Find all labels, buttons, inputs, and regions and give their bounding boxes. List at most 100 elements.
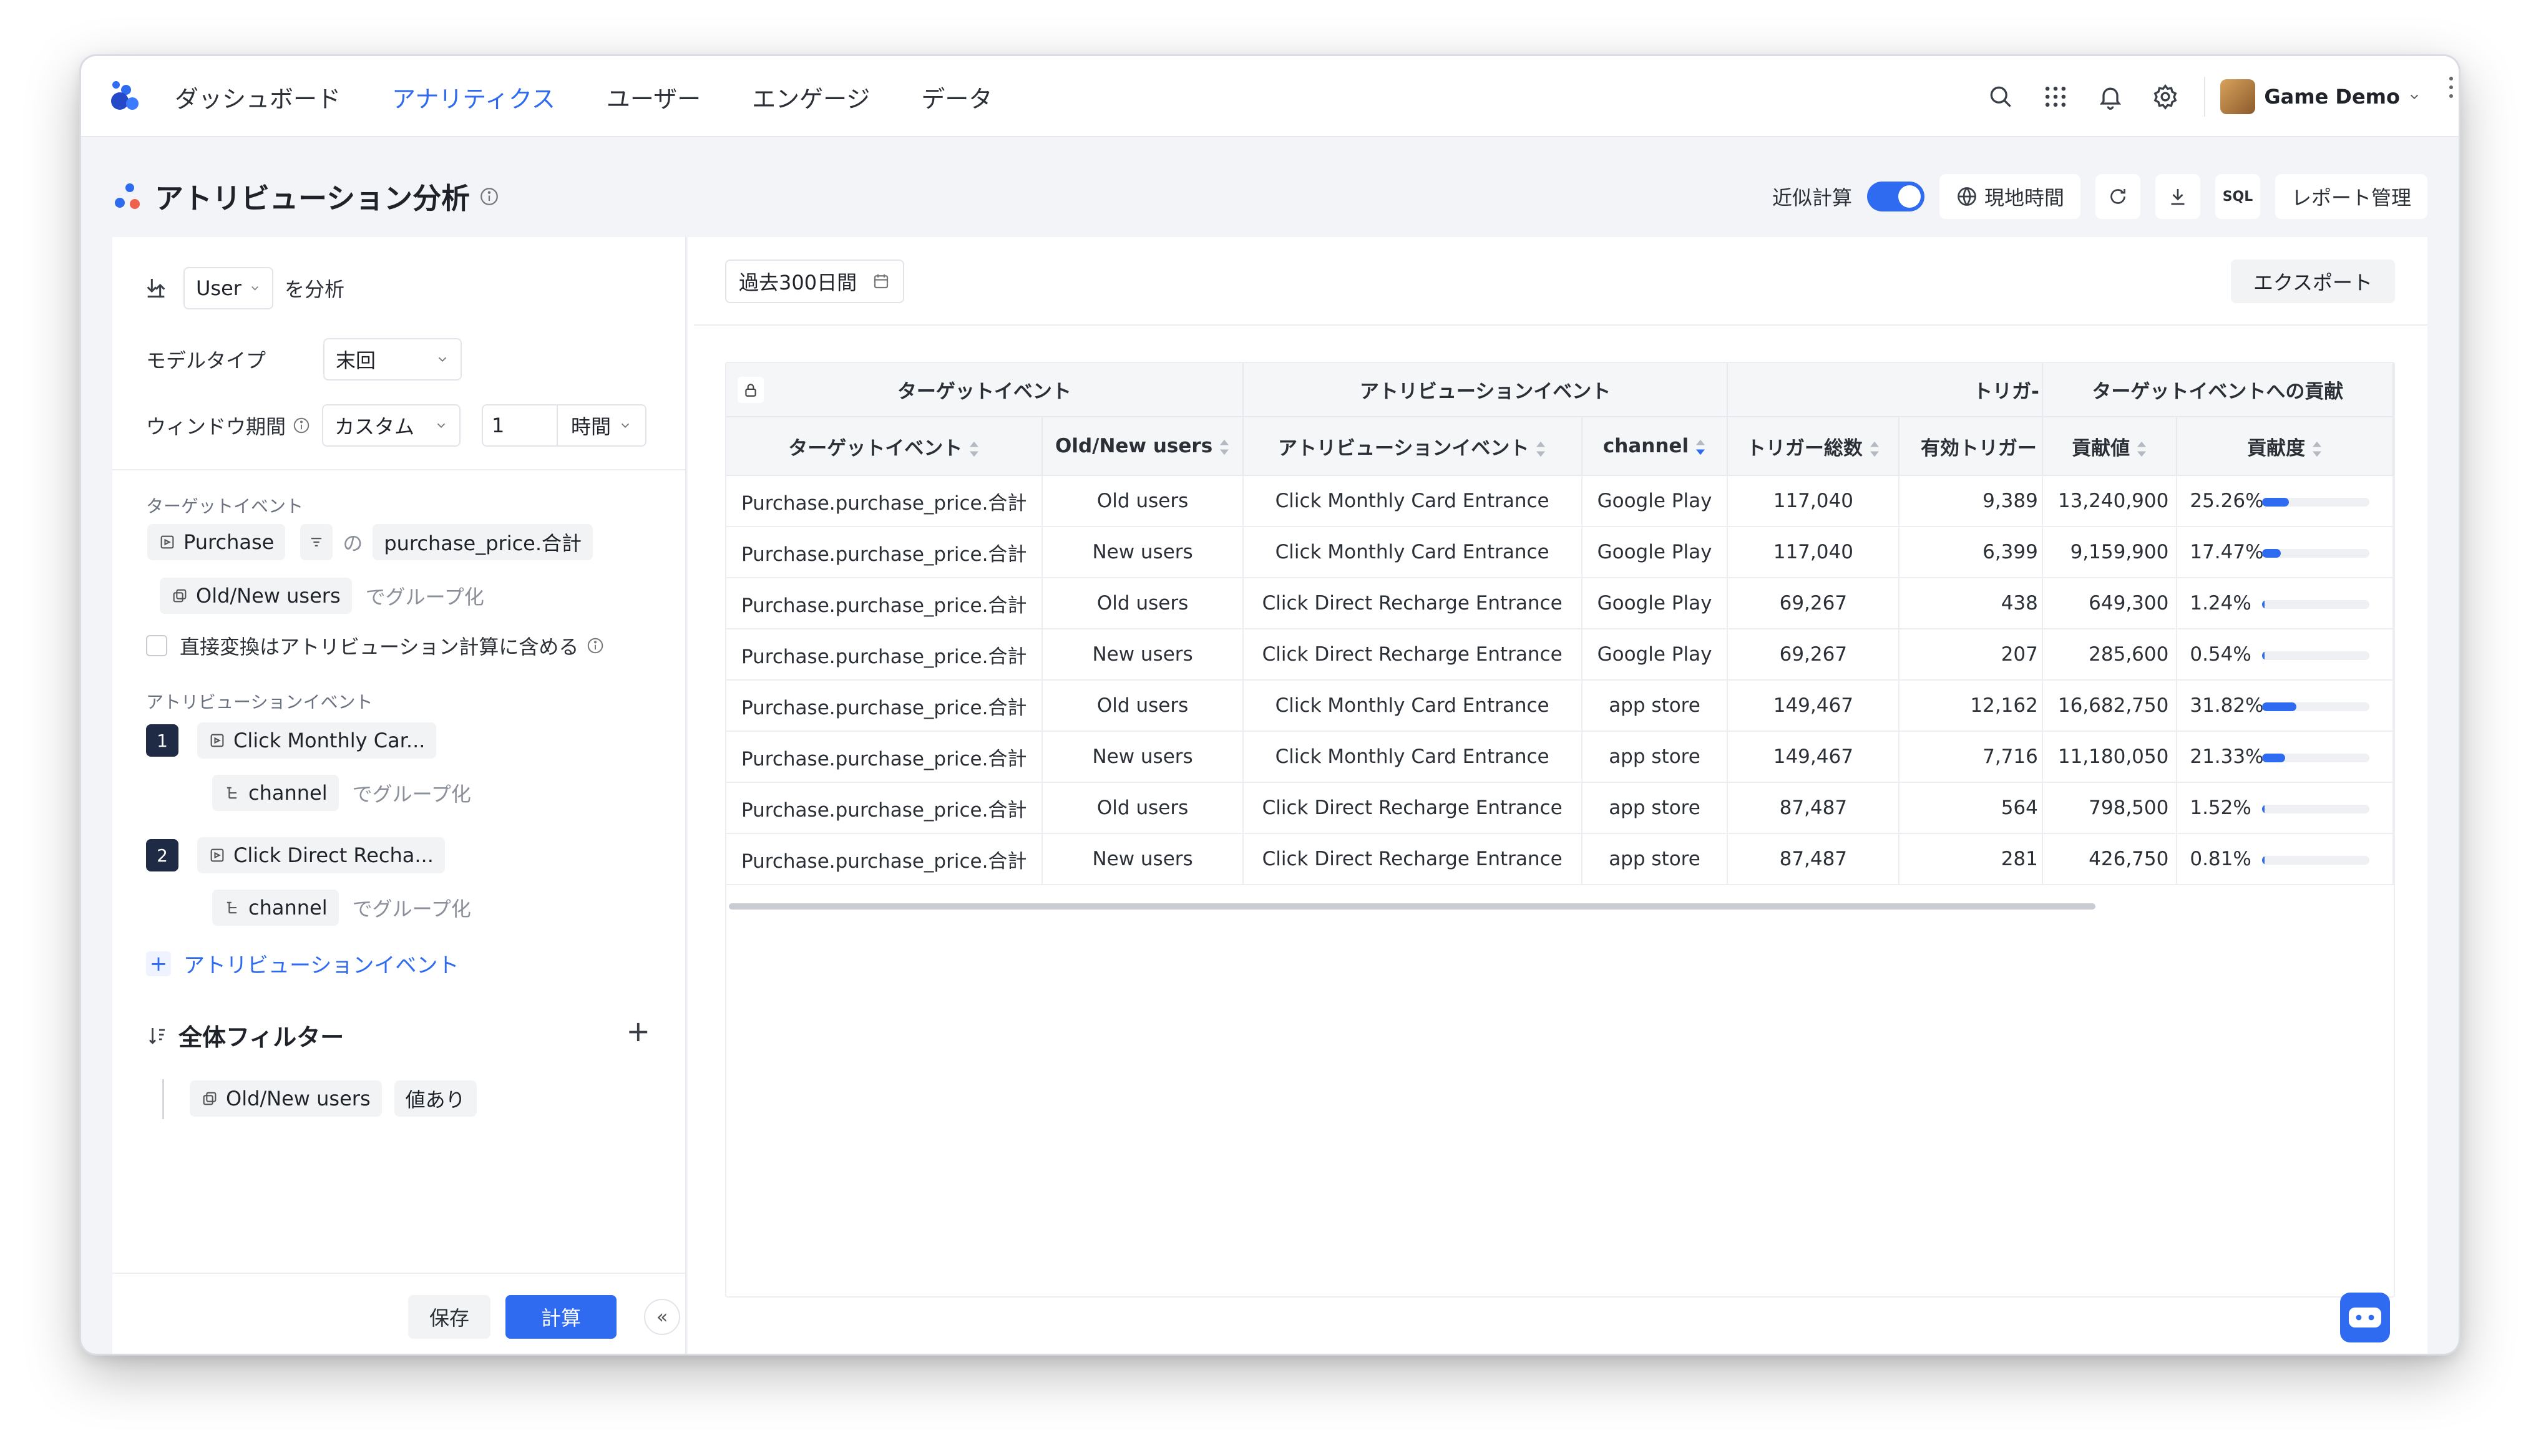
filter-property-chip[interactable]: Old/New users — [190, 1080, 382, 1117]
chat-assistant-icon[interactable] — [2340, 1293, 2390, 1342]
filter-condition-chip[interactable]: 値あり — [394, 1080, 477, 1117]
sort-icon — [1536, 441, 1546, 457]
horizontal-scrollbar[interactable] — [729, 903, 2095, 910]
table-body: Purchase.purchase_price.合計 Old users Click… — [726, 475, 2394, 885]
pct-label: 0.81% — [2190, 848, 2251, 870]
target-event-chip[interactable]: Purchase — [147, 524, 286, 560]
column-label: channel — [1602, 435, 1689, 457]
contribution-bar-fill — [2262, 548, 2281, 558]
export-button[interactable]: エクスポート — [2230, 260, 2395, 303]
user-name: Game Demo — [2264, 85, 2400, 109]
nav-item-engage[interactable]: エンゲージ — [752, 80, 870, 114]
column-header-users[interactable]: Old/New users — [1042, 417, 1244, 476]
target-group-name: Old/New users — [196, 584, 341, 608]
panel-divider — [112, 1273, 685, 1274]
window-mode-select[interactable]: カスタム — [322, 404, 461, 447]
pct-label: 21.33% — [2190, 745, 2264, 768]
row-channel-cell: app store — [1581, 731, 1729, 783]
row-channel-cell: app store — [1581, 680, 1729, 732]
window-number-value: 1 — [483, 405, 558, 445]
nav-item-users[interactable]: ユーザー — [607, 80, 701, 114]
column-header-channel[interactable]: channel — [1581, 417, 1729, 476]
group-by-text: でグループ化 — [365, 585, 484, 609]
row-total-cell: 149,467 — [1727, 680, 1900, 732]
gear-icon[interactable] — [2138, 69, 2193, 124]
app-logo-icon[interactable] — [104, 76, 144, 116]
info-icon[interactable] — [479, 186, 500, 207]
filter-icon[interactable] — [300, 524, 333, 560]
event-icon — [210, 848, 224, 862]
model-type-value: 末回 — [336, 349, 376, 372]
download-button[interactable] — [2155, 174, 2200, 219]
row-pct-cell: 21.33% — [2177, 731, 2394, 783]
info-icon[interactable] — [292, 416, 311, 435]
timezone-button[interactable]: 現地時間 — [1939, 174, 2080, 219]
pct-label: 0.54% — [2190, 643, 2251, 666]
window-unit-select[interactable]: 時間 — [558, 411, 645, 440]
row-users-cell: New users — [1042, 833, 1244, 885]
sort-icon — [970, 441, 979, 457]
group-by-text: でグループ化 — [352, 782, 471, 806]
approx-toggle[interactable] — [1866, 182, 1924, 211]
pct-label: 1.52% — [2190, 797, 2251, 819]
row-pct-cell: 1.52% — [2177, 782, 2394, 834]
subject-select[interactable]: User — [183, 267, 273, 309]
attribution-group-chip[interactable]: channel — [212, 890, 339, 926]
row-target-cell: Purchase.purchase_price.合計 — [726, 731, 1043, 783]
contribution-bar-fill — [2262, 497, 2290, 507]
collapse-panel-icon[interactable]: « — [644, 1299, 680, 1335]
app-window: ダッシュボード アナリティクス ユーザー エンゲージ データ Game Demo — [81, 56, 2459, 1354]
column-header-event[interactable]: アトリビューションイベント — [1242, 417, 1583, 476]
contribution-bar — [2262, 804, 2370, 813]
direct-conversion-checkbox[interactable] — [146, 635, 167, 656]
calculate-button[interactable]: 計算 — [505, 1295, 617, 1339]
add-attribution-event-button[interactable]: + アトリビューションイベント — [146, 948, 459, 979]
info-icon[interactable] — [586, 636, 605, 655]
column-header-target[interactable]: ターゲットイベント — [726, 417, 1043, 476]
target-of-text: の — [343, 531, 363, 555]
direct-conversion-row: 直接変換はアトリビューション計算に含める — [146, 631, 605, 660]
row-users-cell: Old users — [1042, 578, 1244, 629]
window-number-input[interactable]: 1 時間 — [482, 404, 647, 447]
attribution-group-chip[interactable]: channel — [212, 775, 339, 811]
attribution-event-chip[interactable]: Click Direct Recha... — [197, 837, 445, 873]
apps-grid-icon[interactable] — [2028, 69, 2083, 124]
window-menu-icon[interactable] — [2447, 75, 2455, 100]
group-header-target-label: ターゲットイベント — [897, 381, 1071, 403]
column-header-valid[interactable]: 有効トリガー — [1899, 417, 2043, 476]
contribution-bar — [2262, 753, 2370, 762]
lock-icon[interactable] — [738, 377, 764, 403]
nav-item-data[interactable]: データ — [921, 80, 992, 114]
attribution-index: 1 — [146, 724, 178, 757]
row-value-cell: 426,750 — [2041, 833, 2178, 885]
row-target-cell: Purchase.purchase_price.合計 — [726, 475, 1043, 527]
user-menu[interactable]: Game Demo — [2204, 77, 2421, 117]
column-header-total[interactable]: トリガー総数 — [1727, 417, 1900, 476]
row-pct-cell: 17.47% — [2177, 527, 2394, 578]
nav-item-analytics[interactable]: アナリティクス — [392, 80, 555, 114]
nav-item-dashboard[interactable]: ダッシュボード — [175, 80, 341, 114]
model-type-select[interactable]: 末回 — [323, 338, 462, 381]
filter-condition-name: 値あり — [405, 1088, 466, 1112]
report-manage-button[interactable]: レポート管理 — [2275, 174, 2427, 219]
row-total-cell: 69,267 — [1727, 578, 1900, 629]
search-icon[interactable] — [1973, 69, 2028, 124]
target-metric-chip[interactable]: purchase_price.合計 — [373, 524, 593, 560]
chevron-down-icon — [437, 423, 446, 429]
column-label: アトリビューションイベント — [1277, 437, 1529, 460]
column-header-value[interactable]: 貢献値 — [2041, 417, 2178, 476]
bell-icon[interactable] — [2083, 69, 2138, 124]
date-range-picker[interactable]: 過去300日間 — [725, 260, 905, 303]
row-event-cell: Click Monthly Card Entrance — [1242, 527, 1583, 578]
add-filter-icon[interactable]: + — [626, 1014, 650, 1048]
row-valid-cell: 207 — [1899, 629, 2043, 681]
contribution-bar-fill — [2262, 651, 2265, 660]
refresh-icon — [2110, 189, 2125, 204]
sql-button[interactable]: SQL — [2215, 174, 2260, 219]
column-header-pct[interactable]: 貢献度 — [2177, 417, 2394, 476]
refresh-button[interactable] — [2095, 174, 2140, 219]
save-button[interactable]: 保存 — [408, 1295, 490, 1339]
attribution-group-name: channel — [248, 896, 328, 920]
target-group-chip[interactable]: Old/New users — [160, 578, 352, 614]
attribution-event-chip[interactable]: Click Monthly Car... — [197, 722, 437, 759]
